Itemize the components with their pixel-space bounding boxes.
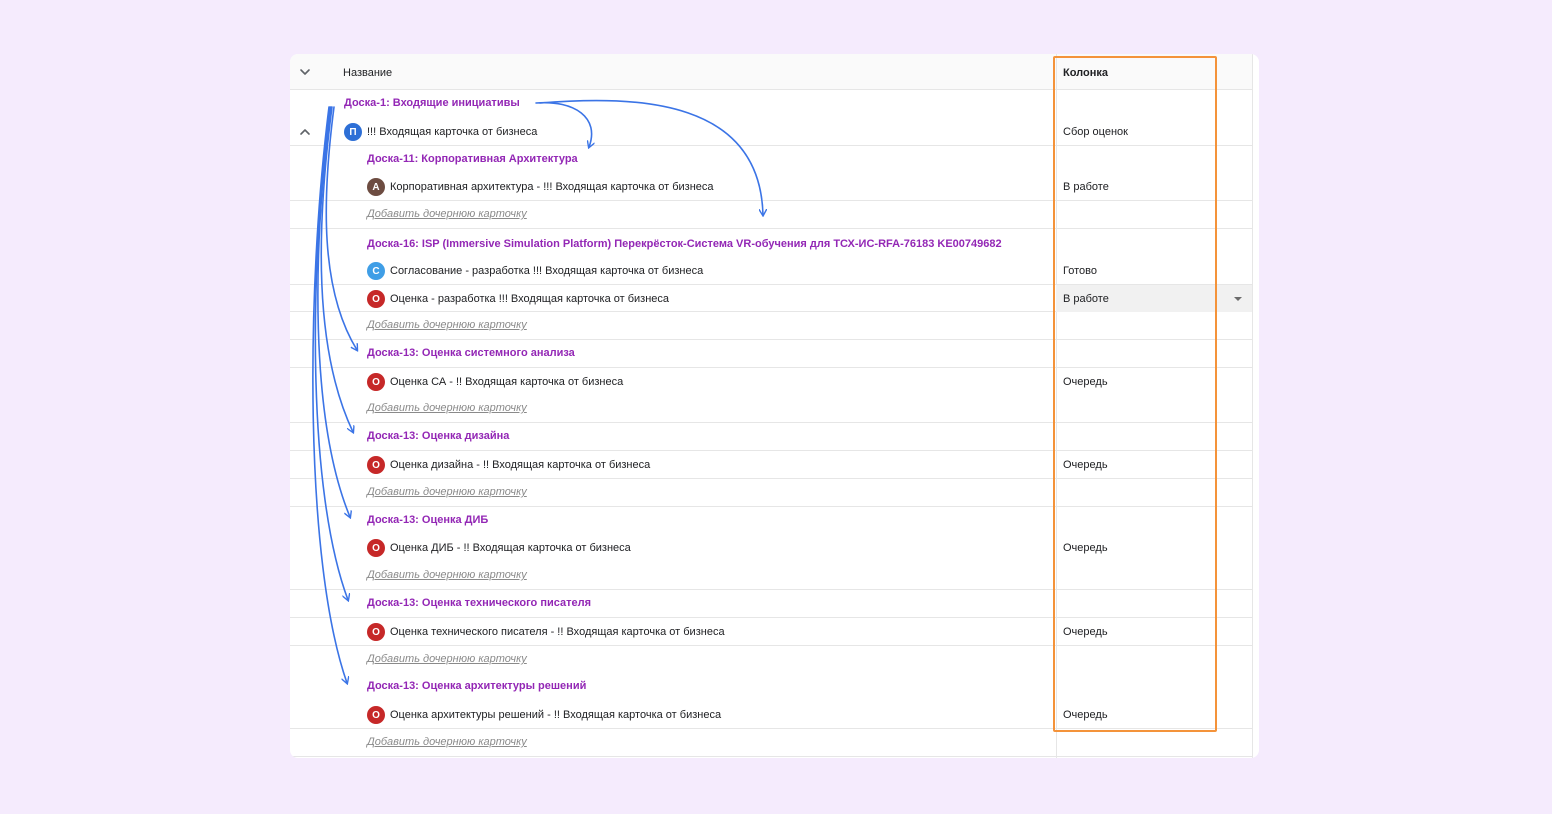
add-child-card-link[interactable]: Добавить дочернюю карточку: [367, 736, 527, 748]
add-child-card-link[interactable]: Добавить дочернюю карточку: [367, 208, 527, 220]
card-title[interactable]: Оценка ДИБ - !! Входящая карточка от биз…: [390, 542, 631, 554]
avatar: А: [367, 178, 385, 196]
add-child-row: Добавить дочернюю карточку: [290, 395, 1252, 423]
board-title[interactable]: Доска-1: Входящие инициативы: [344, 97, 520, 109]
card-item[interactable]: С Согласование - разработка !!! Входящая…: [367, 262, 703, 280]
column-select-value[interactable]: В работе: [1063, 293, 1109, 305]
table-row[interactable]: О Оценка ДИБ - !! Входящая карточка от б…: [290, 534, 1252, 562]
column-value[interactable]: Очередь: [1063, 376, 1108, 388]
card-title[interactable]: Оценка дизайна - !! Входящая карточка от…: [390, 459, 650, 471]
card-title[interactable]: Оценка СА - !! Входящая карточка от бизн…: [390, 376, 623, 388]
chevron-up-icon[interactable]: [298, 125, 312, 139]
avatar: О: [367, 373, 385, 391]
add-child-row: Добавить дочернюю карточку: [290, 646, 1252, 674]
avatar: О: [367, 456, 385, 474]
card-item[interactable]: О Оценка архитектуры решений - !! Входящ…: [367, 706, 721, 724]
card-item[interactable]: А Корпоративная архитектура - !!! Входящ…: [367, 178, 714, 196]
card-item[interactable]: О Оценка - разработка !!! Входящая карто…: [367, 290, 669, 308]
column-value[interactable]: Готово: [1063, 265, 1097, 277]
card-title[interactable]: Оценка архитектуры решений - !! Входящая…: [390, 709, 721, 721]
column-value[interactable]: В работе: [1063, 181, 1109, 193]
board-title[interactable]: Доска-16: ISP (Immersive Simulation Plat…: [367, 238, 1002, 250]
add-child-card-link[interactable]: Добавить дочернюю карточку: [367, 319, 527, 331]
add-child-card-link[interactable]: Добавить дочернюю карточку: [367, 569, 527, 581]
board-row: Доска-13: Оценка ДИБ: [290, 507, 1252, 535]
board-row: Доска-13: Оценка системного анализа: [290, 340, 1252, 368]
avatar: О: [367, 623, 385, 641]
board-title[interactable]: Доска-13: Оценка архитектуры решений: [367, 680, 586, 692]
card-title[interactable]: Корпоративная архитектура - !!! Входящая…: [390, 181, 714, 193]
add-child-row: Добавить дочернюю карточку: [290, 312, 1252, 340]
add-child-card-link[interactable]: Добавить дочернюю карточку: [367, 653, 527, 665]
add-child-card-link[interactable]: Добавить дочернюю карточку: [367, 486, 527, 498]
column-header-name[interactable]: Название: [343, 67, 392, 79]
table-header: Название Колонка: [290, 54, 1252, 90]
card-item[interactable]: О Оценка дизайна - !! Входящая карточка …: [367, 456, 650, 474]
add-child-row: Добавить дочернюю карточку: [290, 562, 1252, 590]
add-child-card-link[interactable]: Добавить дочернюю карточку: [367, 402, 527, 414]
table-row[interactable]: О Оценка - разработка !!! Входящая карто…: [290, 284, 1252, 312]
column-divider-right: [1252, 54, 1253, 758]
board-row: Доска-13: Оценка технического писателя: [290, 590, 1252, 618]
column-value[interactable]: Очередь: [1063, 626, 1108, 638]
card-item[interactable]: О Оценка СА - !! Входящая карточка от би…: [367, 373, 623, 391]
column-value[interactable]: Очередь: [1063, 709, 1108, 721]
board-row: Доска-13: Оценка архитектуры решений: [290, 673, 1252, 701]
board-row: Доска-16: ISP (Immersive Simulation Plat…: [290, 229, 1252, 257]
board-title[interactable]: Доска-13: Оценка системного анализа: [367, 347, 575, 359]
column-header-column[interactable]: Колонка: [1063, 67, 1108, 79]
board-title[interactable]: Доска-13: Оценка технического писателя: [367, 597, 591, 609]
table-row[interactable]: О Оценка дизайна - !! Входящая карточка …: [290, 451, 1252, 479]
card-item[interactable]: О Оценка технического писателя - !! Вход…: [367, 623, 725, 641]
table-row[interactable]: А Корпоративная архитектура - !!! Входящ…: [290, 173, 1252, 201]
avatar: С: [367, 262, 385, 280]
table-row[interactable]: О Оценка архитектуры решений - !! Входящ…: [290, 701, 1252, 729]
add-child-row: Добавить дочернюю карточку: [290, 201, 1252, 229]
board-row: Доска-1: Входящие инициативы: [290, 90, 1252, 118]
board-title[interactable]: Доска-11: Корпоративная Архитектура: [367, 153, 578, 165]
avatar: О: [367, 706, 385, 724]
avatar: О: [367, 290, 385, 308]
card-title[interactable]: Оценка - разработка !!! Входящая карточк…: [390, 293, 669, 305]
board-row: Доска-13: Оценка дизайна: [290, 423, 1252, 451]
board-title[interactable]: Доска-13: Оценка дизайна: [367, 430, 509, 442]
add-child-row: Добавить дочернюю карточку: [290, 729, 1252, 757]
column-value[interactable]: Сбор оценок: [1063, 126, 1128, 138]
column-value[interactable]: Очередь: [1063, 542, 1108, 554]
chevron-down-icon[interactable]: [298, 65, 312, 79]
card-title[interactable]: Согласование - разработка !!! Входящая к…: [390, 265, 703, 277]
card-item[interactable]: П !!! Входящая карточка от бизнеса: [344, 123, 537, 141]
table-row[interactable]: С Согласование - разработка !!! Входящая…: [290, 257, 1252, 285]
table-row[interactable]: О Оценка технического писателя - !! Вход…: [290, 618, 1252, 646]
board-row: Доска-11: Корпоративная Архитектура: [290, 146, 1252, 174]
column-value[interactable]: Очередь: [1063, 459, 1108, 471]
add-child-row: Добавить дочернюю карточку: [290, 479, 1252, 507]
card-title[interactable]: !!! Входящая карточка от бизнеса: [367, 126, 537, 138]
dropdown-arrow-icon[interactable]: [1234, 297, 1242, 301]
avatar: П: [344, 123, 362, 141]
avatar: О: [367, 539, 385, 557]
card-item[interactable]: О Оценка ДИБ - !! Входящая карточка от б…: [367, 539, 631, 557]
hierarchy-table: Название Колонка Доска-1: Входящие иници…: [290, 54, 1259, 758]
table-row[interactable]: О Оценка СА - !! Входящая карточка от би…: [290, 368, 1252, 396]
board-title[interactable]: Доска-13: Оценка ДИБ: [367, 514, 488, 526]
card-title[interactable]: Оценка технического писателя - !! Входящ…: [390, 626, 725, 638]
table-row[interactable]: П !!! Входящая карточка от бизнеса Сбор …: [290, 118, 1252, 146]
